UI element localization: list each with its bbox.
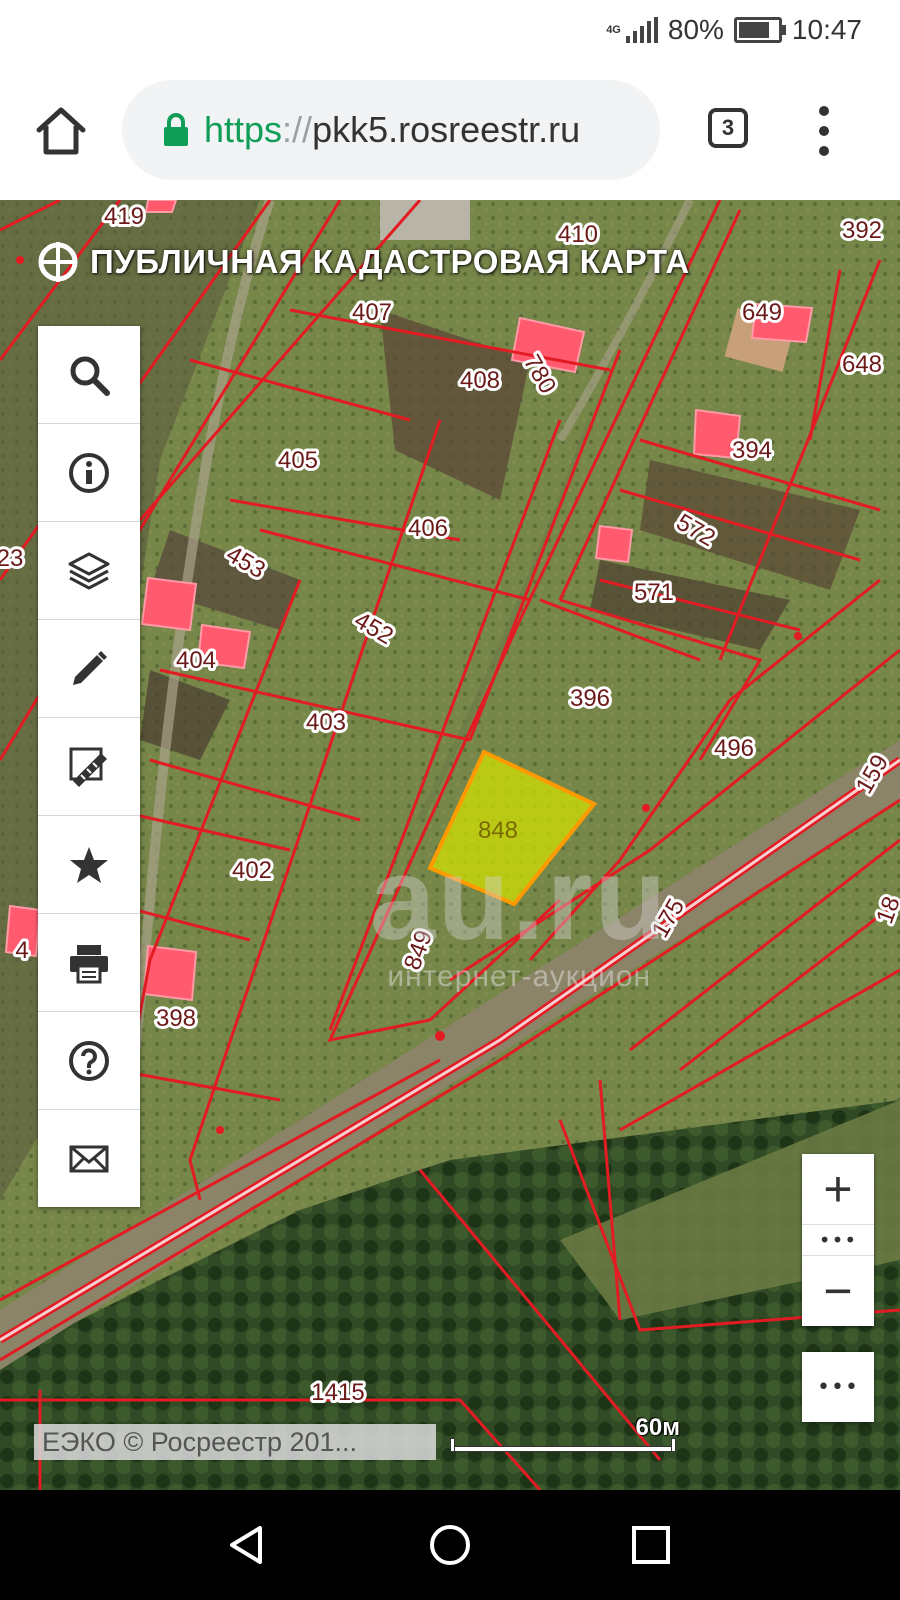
parcel-number-392[interactable]: 392 xyxy=(839,214,885,247)
battery-icon xyxy=(733,17,786,43)
map-title: ПУБЛИЧНАЯ КАДАСТРОВАЯ КАРТА xyxy=(38,236,690,288)
lock-icon xyxy=(164,113,188,146)
parcel-number-1415[interactable]: 1415 xyxy=(308,1376,367,1409)
layers-button[interactable] xyxy=(38,522,140,620)
copyright-label: ЕЭКО © Росреестр 201... xyxy=(34,1424,436,1460)
globe-logo-icon xyxy=(38,242,78,282)
star-icon xyxy=(70,846,108,883)
browser-toolbar: https://pkk5.rosreestr.ru 3 xyxy=(0,62,900,200)
draw-button[interactable] xyxy=(38,620,140,718)
parcel-number-406[interactable]: 406 xyxy=(405,512,451,545)
help-icon xyxy=(69,1040,109,1081)
system-nav-bar xyxy=(0,1490,900,1600)
parcel-number-405[interactable]: 405 xyxy=(275,444,321,477)
back-triangle-icon[interactable] xyxy=(224,1520,274,1570)
search-button[interactable] xyxy=(38,326,140,424)
map-title-text: ПУБЛИЧНАЯ КАДАСТРОВАЯ КАРТА xyxy=(90,243,690,280)
favorites-button[interactable] xyxy=(38,816,140,914)
parcel-number-648[interactable]: 648 xyxy=(839,348,885,381)
url-text[interactable]: https://pkk5.rosreestr.ru xyxy=(204,109,580,151)
tab-switcher-button[interactable]: 3 xyxy=(708,108,748,148)
pencil-icon xyxy=(73,650,107,685)
parcel-number-403[interactable]: 403 xyxy=(303,706,349,739)
parcel-number-407[interactable]: 407 xyxy=(349,296,395,329)
parcel-number-4[interactable]: 4 xyxy=(12,934,31,967)
zoom-in-button[interactable]: + xyxy=(802,1154,874,1224)
parcel-number-402[interactable]: 402 xyxy=(229,854,275,887)
battery-percent: 80% xyxy=(667,14,724,45)
feedback-button[interactable] xyxy=(38,1110,140,1207)
print-button[interactable] xyxy=(38,914,140,1012)
ruler-icon xyxy=(69,747,107,787)
parcel-number-848[interactable]: 848 xyxy=(478,817,518,844)
signal-icon: 4G xyxy=(606,17,658,43)
home-icon[interactable] xyxy=(34,104,88,158)
parcel-number-649[interactable]: 649 xyxy=(739,296,785,329)
cadastral-map[interactable]: 419 410 392 407 649 648 780 408 394 405 406 572 453 2… xyxy=(0,200,900,1490)
network-type: 4G xyxy=(606,23,621,36)
zoom-out-button[interactable]: − xyxy=(802,1256,874,1326)
clock: 10:47 xyxy=(791,14,862,45)
parcel-number-23[interactable]: 23 xyxy=(0,542,26,575)
parcel-number-394[interactable]: 394 xyxy=(729,434,775,467)
parcel-number-398[interactable]: 398 xyxy=(153,1002,199,1035)
more-options-button[interactable]: ••• xyxy=(802,1352,874,1422)
parcel-number-408[interactable]: 408 xyxy=(457,364,503,397)
parcel-number-496[interactable]: 496 xyxy=(711,732,757,765)
status-bar: 4G 80% 10:47 xyxy=(0,0,900,62)
home-circle-icon[interactable] xyxy=(425,1520,475,1570)
parcel-number-571[interactable]: 571 xyxy=(631,576,677,609)
more-vert-icon[interactable] xyxy=(816,106,832,156)
address-bar[interactable]: https://pkk5.rosreestr.ru xyxy=(122,80,660,180)
zoom-control: + ••• − xyxy=(802,1154,874,1326)
scale-label: 60м xyxy=(635,1414,680,1441)
search-icon xyxy=(70,356,110,396)
map-tools-panel xyxy=(38,326,140,1207)
layers-icon xyxy=(68,552,110,589)
print-icon xyxy=(70,944,108,983)
zoom-level-handle[interactable]: ••• xyxy=(802,1224,874,1256)
recents-square-icon[interactable] xyxy=(626,1520,676,1570)
measure-button[interactable] xyxy=(38,718,140,816)
parcel-number-404[interactable]: 404 xyxy=(173,644,219,677)
parcel-number-396[interactable]: 396 xyxy=(567,682,613,715)
mail-icon xyxy=(69,1145,109,1172)
help-button[interactable] xyxy=(38,1012,140,1110)
scale-bar: 60м xyxy=(450,1414,680,1458)
parcel-number-419[interactable]: 419 xyxy=(101,200,147,233)
info-button[interactable] xyxy=(38,424,140,522)
info-icon xyxy=(69,452,109,493)
